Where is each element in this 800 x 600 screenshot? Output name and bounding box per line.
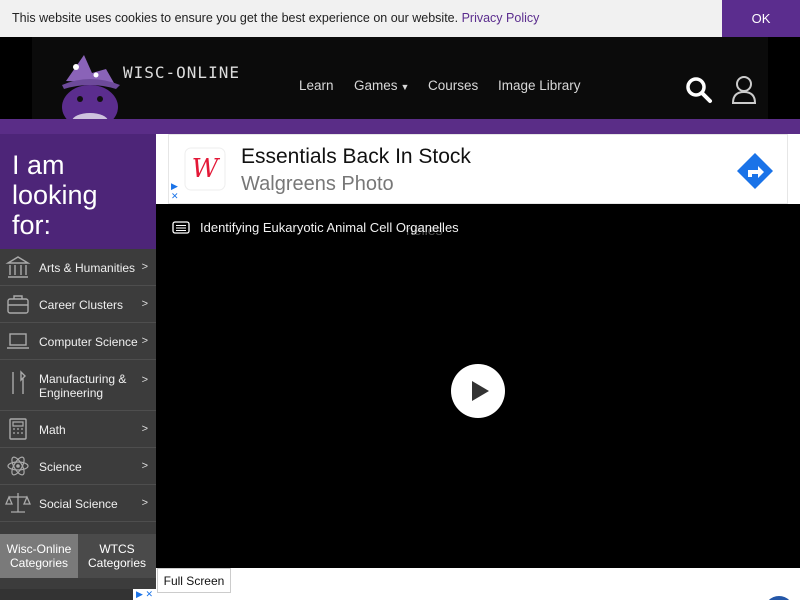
nav-image-library[interactable]: Image Library	[498, 78, 581, 93]
walgreens-logo-icon: W	[184, 147, 226, 191]
sidebar-item-label: Career Clusters	[39, 298, 124, 312]
floating-action-button[interactable]	[764, 596, 794, 600]
ad-choices-icon[interactable]: ▶ ✕	[171, 181, 179, 201]
scales-icon	[5, 493, 31, 513]
site-header: WISC-ONLINE Learn Games ▼ Courses Image L…	[0, 37, 800, 129]
sidebar-item-manufacturing-engineering[interactable]: Manufacturing & Engineering >	[0, 360, 156, 411]
chevron-right-icon: >	[141, 460, 148, 472]
atom-icon	[7, 456, 29, 476]
caret-down-icon: ▼	[400, 82, 410, 92]
calculator-icon	[9, 418, 27, 440]
category-sidebar: I am looking for: Arts & Humanities > Ca…	[0, 134, 156, 600]
ad-banner[interactable]: W Essentials Back In Stock Walgreens Pho…	[168, 134, 788, 204]
chevron-right-icon: >	[141, 423, 148, 435]
ad-brand-mark: W	[192, 154, 221, 184]
video-player[interactable]: nelles Identifying Eukaryotic Animal Cel…	[156, 204, 800, 568]
columns-icon	[5, 256, 31, 278]
tab-wisc-online-categories[interactable]: Wisc-Online Categories	[0, 534, 78, 578]
sidebar-item-social-science[interactable]: Social Science >	[0, 485, 156, 522]
sidebar-item-label: Social Science	[39, 497, 118, 511]
search-icon[interactable]	[684, 75, 714, 105]
cookie-banner: This website uses cookies to ensure you …	[0, 0, 800, 37]
fullscreen-button[interactable]: Full Screen	[157, 568, 231, 593]
ad-subtitle[interactable]: Walgreens Photo	[241, 173, 394, 196]
sidebar-item-label: Computer Science	[39, 335, 138, 349]
chevron-right-icon: >	[141, 497, 148, 509]
sidebar-item-label: Arts & Humanities	[39, 261, 136, 275]
cookie-message: This website uses cookies to ensure you …	[12, 11, 539, 25]
nav-learn[interactable]: Learn	[299, 78, 334, 93]
tab-wtcs-categories[interactable]: WTCS Categories	[78, 534, 156, 578]
sidebar-item-arts-humanities[interactable]: Arts & Humanities >	[0, 249, 156, 286]
header-band	[0, 119, 800, 134]
user-icon[interactable]	[730, 74, 758, 104]
video-title: Identifying Eukaryotic Animal Cell Organ…	[200, 220, 459, 235]
brand-name[interactable]: WISC-ONLINE	[123, 63, 240, 82]
sidebar-heading: I am looking for:	[0, 134, 156, 249]
sidebar-item-computer-science[interactable]: Computer Science >	[0, 323, 156, 360]
chevron-right-icon: >	[141, 335, 148, 347]
laptop-icon	[7, 333, 29, 349]
directions-arrow-icon[interactable]	[735, 151, 775, 191]
slides-icon	[172, 221, 190, 234]
nav-games-label: Games	[354, 78, 398, 93]
chevron-right-icon: >	[141, 374, 148, 386]
sidebar-item-label: Math	[39, 423, 66, 437]
sidebar-item-science[interactable]: Science >	[0, 448, 156, 485]
briefcase-icon	[7, 295, 29, 314]
sidebar-item-math[interactable]: Math >	[0, 411, 156, 448]
cookie-ok-button[interactable]: OK	[722, 0, 800, 37]
privacy-policy-link[interactable]: Privacy Policy	[462, 11, 540, 25]
play-icon[interactable]	[451, 364, 505, 418]
sidebar-item-career-clusters[interactable]: Career Clusters >	[0, 286, 156, 323]
chevron-right-icon: >	[141, 261, 148, 273]
nav-games[interactable]: Games ▼	[354, 78, 409, 93]
ad-close-icon[interactable]: ▶ ✕	[133, 589, 156, 600]
sidebar-item-label: Science	[39, 460, 82, 474]
sidebar-item-label: Manufacturing & Engineering	[39, 372, 127, 400]
cookie-text: This website uses cookies to ensure you …	[12, 11, 459, 25]
nav-courses[interactable]: Courses	[428, 78, 478, 93]
ad-title[interactable]: Essentials Back In Stock	[241, 145, 471, 169]
chevron-right-icon: >	[141, 298, 148, 310]
tools-icon	[12, 370, 26, 394]
